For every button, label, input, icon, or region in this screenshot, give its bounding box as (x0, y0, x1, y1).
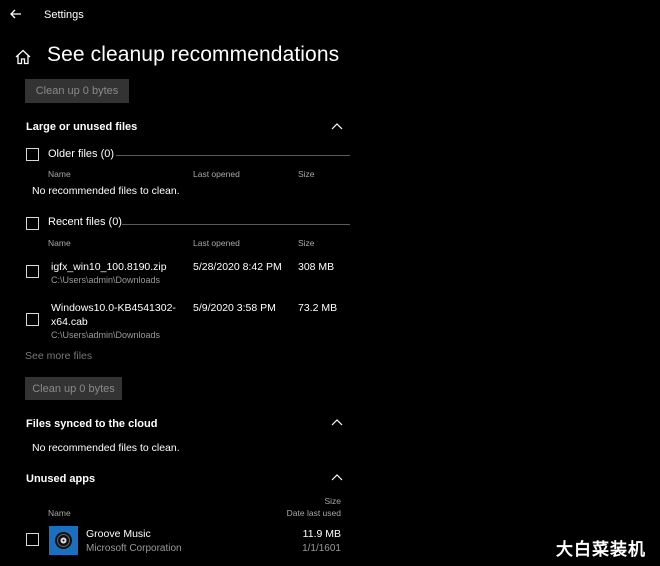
chevron-up-icon[interactable] (331, 122, 343, 130)
older-files-checkbox[interactable] (26, 148, 39, 161)
cloud-empty-text: No recommended files to clean. (32, 442, 180, 454)
watermark-text: 大白菜装机 (556, 540, 646, 560)
section-header-large-unused: Large or unused files (26, 121, 138, 133)
file-name-line2: x64.cab (51, 316, 88, 328)
file-last-opened: 5/9/2020 3:58 PM (193, 302, 276, 314)
older-files-empty-text: No recommended files to clean. (32, 185, 180, 197)
back-arrow-icon[interactable] (8, 6, 24, 22)
app-name: Groove Music (86, 528, 151, 540)
column-header-date-last-used: Date last used (286, 508, 341, 518)
recent-files-label: Recent files (0) (48, 216, 122, 228)
column-header-size: Size (298, 169, 315, 179)
section-header-cloud: Files synced to the cloud (26, 418, 158, 430)
file-path: C:\Users\admin\Downloads (51, 275, 161, 285)
app-row-checkbox[interactable] (26, 533, 39, 546)
app-publisher: Microsoft Corporation (86, 543, 182, 554)
app-size: 11.9 MB (302, 528, 341, 540)
column-header-name: Name (48, 169, 71, 179)
file-path: C:\Users\admin\Downloads (51, 330, 161, 340)
column-header-size: Size (298, 238, 315, 248)
recent-files-checkbox[interactable] (26, 217, 39, 230)
column-header-name: Name (48, 238, 71, 248)
column-header-size: Size (324, 496, 341, 506)
column-header-name: Name (48, 508, 71, 518)
clean-up-button[interactable]: Clean up 0 bytes (25, 377, 122, 400)
see-more-files-link[interactable]: See more files (25, 350, 92, 362)
chevron-up-icon[interactable] (331, 473, 343, 481)
clean-up-button-top[interactable]: Clean up 0 bytes (25, 79, 129, 103)
groove-music-icon (49, 526, 78, 555)
file-last-opened: 5/28/2020 8:42 PM (193, 261, 282, 273)
file-row-checkbox[interactable] (26, 313, 39, 326)
home-icon[interactable] (14, 48, 32, 66)
file-name-line1: Windows10.0-KB4541302- (51, 302, 176, 314)
column-header-last-opened: Last opened (193, 238, 240, 248)
older-files-label: Older files (0) (48, 148, 115, 160)
page-title: See cleanup recommendations (47, 43, 340, 66)
file-name: igfx_win10_100.8190.zip (51, 261, 167, 273)
file-size: 308 MB (298, 261, 335, 273)
section-header-unused-apps: Unused apps (26, 473, 96, 485)
divider (122, 224, 350, 225)
column-header-last-opened: Last opened (193, 169, 240, 179)
window-title: Settings (44, 9, 84, 21)
divider (116, 155, 350, 156)
app-date-last-used: 1/1/1601 (302, 543, 341, 554)
file-row-checkbox[interactable] (26, 265, 39, 278)
chevron-up-icon[interactable] (331, 418, 343, 426)
file-size: 73.2 MB (298, 302, 338, 314)
